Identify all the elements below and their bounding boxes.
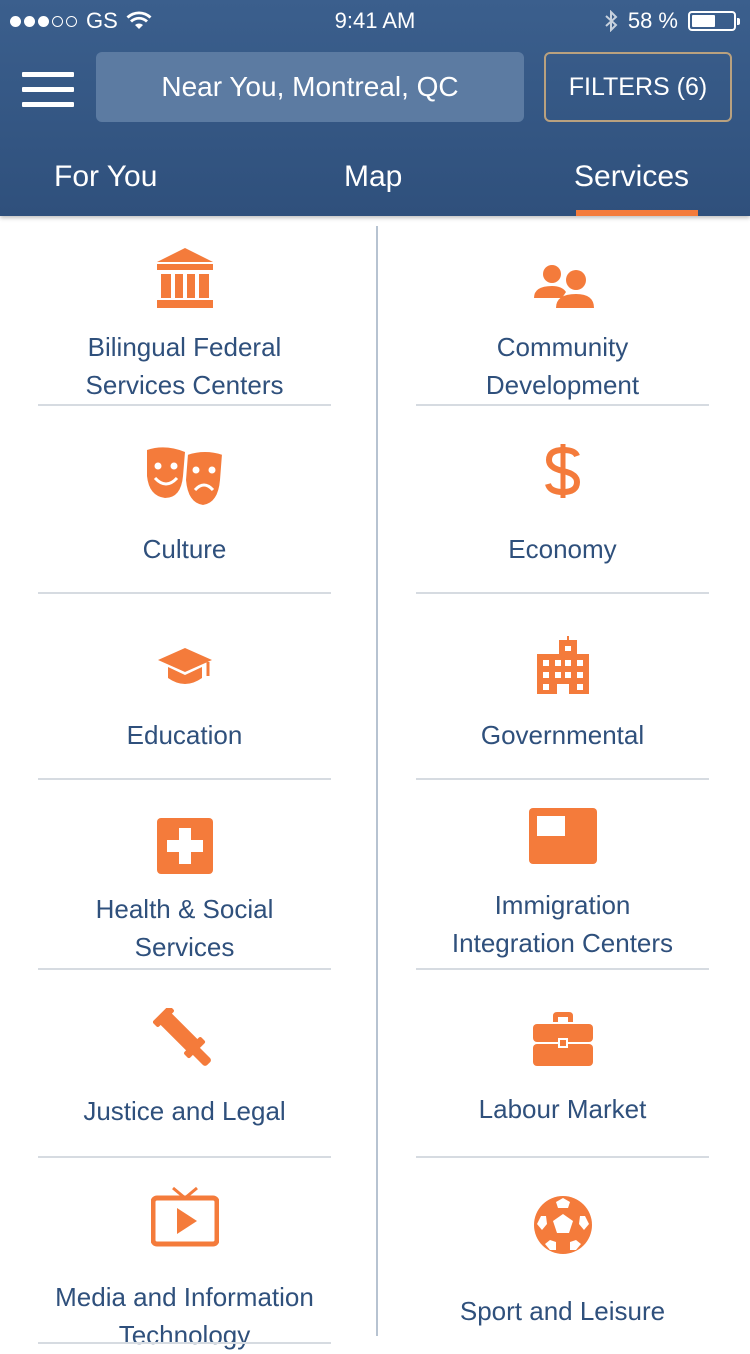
services-grid: Bilingual Federal Services Centers Commu…: [0, 216, 750, 1350]
dollar-icon: [416, 442, 709, 500]
service-label: Sport and Leisure: [459, 1296, 666, 1326]
service-label: Economy: [508, 534, 617, 564]
battery-percent: 58 %: [627, 8, 678, 33]
bluetooth-icon: [605, 10, 618, 32]
app-header: GS 9:41 AM 58 % Near You, Montreal, QC F…: [0, 0, 750, 216]
service-labour-market[interactable]: Labour Market: [416, 970, 709, 1158]
service-bilingual-federal[interactable]: Bilingual Federal Services Centers: [38, 216, 331, 406]
service-label: Health & Social Services: [95, 894, 274, 962]
service-label: Labour Market: [478, 1094, 647, 1124]
hamburger-menu-icon[interactable]: [22, 72, 74, 108]
building-icon: [416, 636, 709, 694]
tv-icon: [38, 1186, 331, 1248]
gavel-icon: [38, 1008, 331, 1072]
status-bar: GS 9:41 AM 58 %: [0, 0, 750, 40]
briefcase-icon: [416, 1012, 709, 1066]
bank-icon: [38, 248, 331, 312]
service-label: Justice and Legal: [83, 1096, 286, 1126]
service-sport-leisure[interactable]: Sport and Leisure: [416, 1158, 709, 1344]
theater-masks-icon: [38, 446, 331, 508]
service-label: Immigration Integration Centers: [451, 890, 674, 958]
service-justice-legal[interactable]: Justice and Legal: [38, 970, 331, 1158]
service-community-development[interactable]: Community Development: [416, 216, 709, 406]
tab-for-you[interactable]: For You: [54, 160, 157, 194]
service-media-it[interactable]: Media and Information Technology: [38, 1158, 331, 1350]
service-economy[interactable]: Economy: [416, 406, 709, 594]
service-label: Bilingual Federal Services Centers: [85, 332, 284, 400]
service-education[interactable]: Education: [38, 594, 331, 780]
tab-bar: For You Map Services: [0, 152, 750, 216]
battery-group: 58 %: [604, 8, 740, 34]
service-immigration[interactable]: Immigration Integration Centers: [416, 780, 709, 970]
service-culture[interactable]: Culture: [38, 406, 331, 594]
service-label: Community Development: [485, 332, 640, 400]
column-divider: [376, 226, 378, 1336]
tab-map[interactable]: Map: [344, 160, 402, 194]
filters-button[interactable]: FILTERS (6): [544, 52, 732, 122]
service-label: Governmental: [480, 720, 645, 750]
battery-icon: [688, 11, 740, 31]
tab-services[interactable]: Services: [574, 160, 689, 194]
graduation-cap-icon: [38, 646, 331, 690]
location-search-field[interactable]: Near You, Montreal, QC: [96, 52, 524, 122]
flag-icon: [416, 808, 709, 864]
service-health-social[interactable]: Health & Social Services: [38, 780, 331, 970]
service-label: Education: [126, 720, 243, 750]
service-governmental[interactable]: Governmental: [416, 594, 709, 780]
medical-cross-icon: [38, 818, 331, 874]
battery-fill: [692, 15, 716, 27]
soccer-ball-icon: [416, 1194, 709, 1256]
service-label: Culture: [142, 534, 227, 564]
users-icon: [416, 264, 709, 310]
